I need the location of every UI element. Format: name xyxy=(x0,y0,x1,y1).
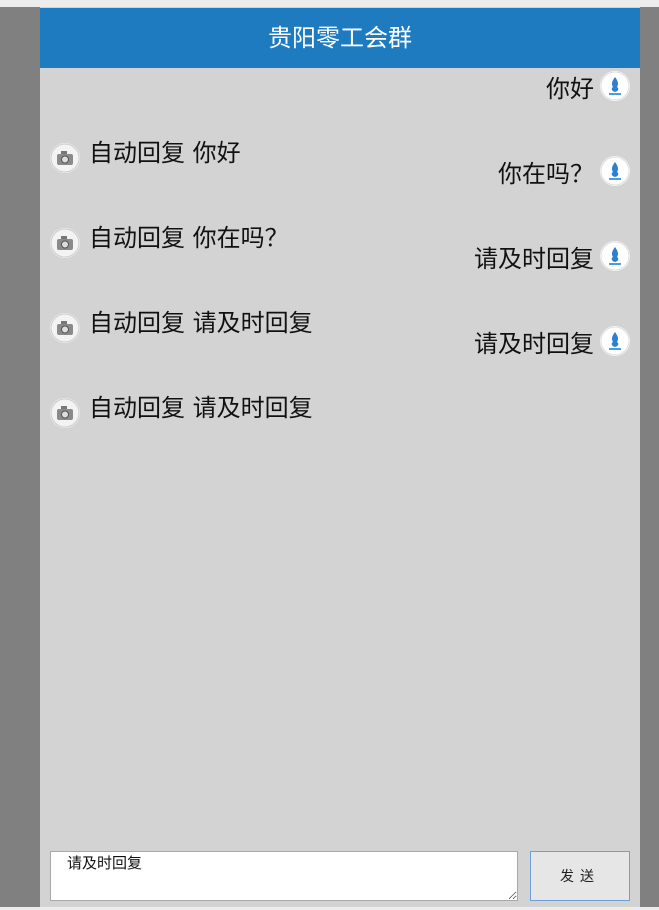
top-strip xyxy=(0,0,659,7)
chat-header: 贵阳零工会群 xyxy=(40,8,640,68)
sent-message: 请及时回复 xyxy=(40,324,640,358)
sent-message: 请及时回复 xyxy=(40,239,640,273)
message-pair: 你在吗？ 自动回复 你在吗？ xyxy=(40,154,640,258)
reply-message-text: 自动回复 请及时回复 xyxy=(89,394,313,422)
user-avatar-icon xyxy=(600,156,630,186)
send-button[interactable]: 发送 xyxy=(530,851,630,901)
reply-message: 自动回复 请及时回复 xyxy=(40,356,640,428)
user-avatar-icon xyxy=(600,71,630,101)
reply-message: 自动回复 请及时回复 xyxy=(40,271,640,343)
message-list[interactable]: 你好 自动回复 你好 你在吗？ 自动回复 你在吗？ 请及时回复 自动回复 请及时… xyxy=(40,69,640,428)
user-avatar-icon xyxy=(600,326,630,356)
reply-message: 自动回复 你在吗？ xyxy=(40,186,640,258)
user-avatar-icon xyxy=(600,241,630,271)
sent-message: 你好 xyxy=(40,69,640,103)
message-pair: 请及时回复 自动回复 请及时回复 xyxy=(40,324,640,428)
camera-avatar-icon xyxy=(50,398,80,428)
message-pair: 请及时回复 自动回复 请及时回复 xyxy=(40,239,640,343)
message-pair: 你好 自动回复 你好 xyxy=(40,69,640,173)
reply-message: 自动回复 你好 xyxy=(40,101,640,173)
chat-title: 贵阳零工会群 xyxy=(268,24,412,52)
message-input[interactable]: 请及时回复 xyxy=(50,851,518,901)
sent-message: 你在吗？ xyxy=(40,154,640,188)
chat-window: 贵阳零工会群 你好 自动回复 你好 你在吗？ 自动回复 你在吗？ 请及时回复 自… xyxy=(40,7,640,907)
